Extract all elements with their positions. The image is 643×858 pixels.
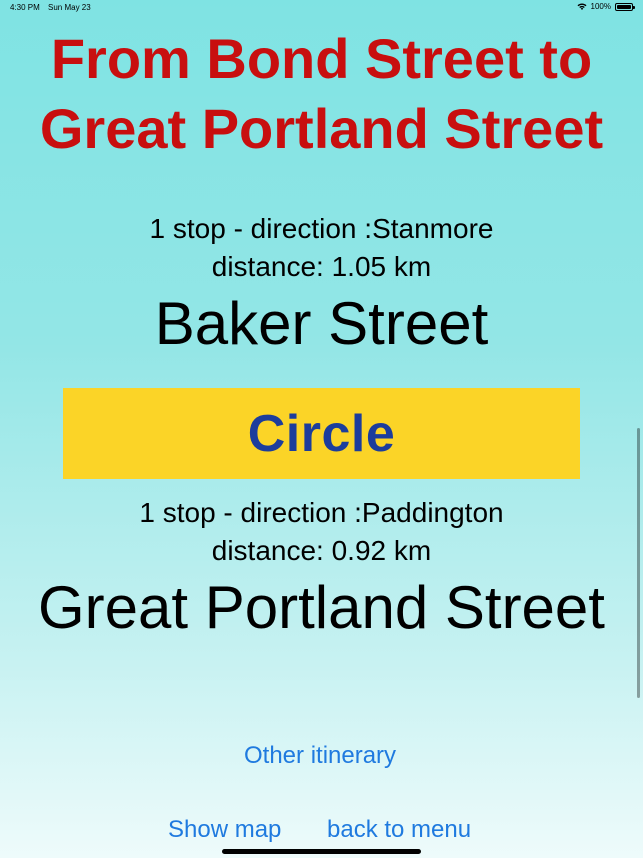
battery-percentage: 100% [590,2,611,11]
route-title-line1: From Bond Street to [50,27,593,90]
status-time: 4:30 PM [10,3,40,12]
route-title-line2: Great Portland Street [39,97,604,160]
status-bar: 4:30 PM Sun May 23 100% [0,0,643,16]
leg2-station: Great Portland Street [38,574,605,641]
route-title: From Bond Street to Great Portland Stree… [0,24,643,164]
wifi-icon [577,2,587,10]
line-name: Circle [247,404,396,463]
show-map-link[interactable]: Show map [168,815,281,845]
leg1-distance: distance: 1.05 km [211,251,432,282]
status-right: 100% [577,2,635,11]
scroll-indicator[interactable] [637,428,640,698]
status-date: Sun May 23 [48,3,91,12]
leg1-station: Baker Street [154,290,489,357]
home-indicator[interactable] [222,849,421,854]
back-to-menu-link[interactable]: back to menu [327,815,471,845]
leg2-distance: distance: 0.92 km [211,535,432,566]
other-itinerary-link[interactable]: Other itinerary [244,741,396,771]
battery-icon [615,2,635,11]
circle-line-banner: Circle [63,388,580,479]
leg2-stops-direction: 1 stop - direction :Paddington [139,497,504,528]
leg1-stops-direction: 1 stop - direction :Stanmore [149,213,494,244]
